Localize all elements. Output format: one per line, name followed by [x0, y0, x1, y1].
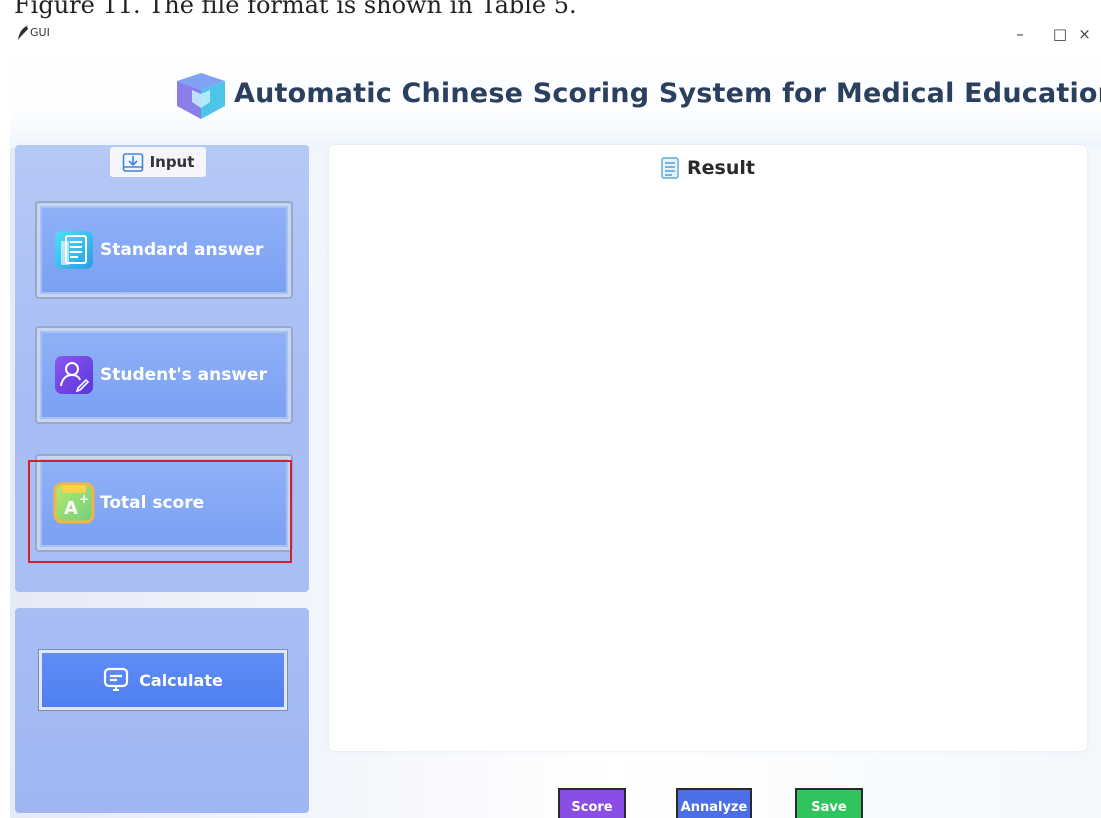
app-title: Automatic Chinese Scoring System for Med…	[234, 78, 1101, 109]
calculate-button[interactable]: Calculate	[39, 650, 287, 710]
minimize-icon: –	[1016, 25, 1024, 43]
result-header: Result	[329, 157, 1087, 179]
figure-caption: Figure 11. The file format is shown in T…	[14, 0, 577, 19]
document-list-icon	[55, 231, 93, 269]
close-button[interactable]: ×	[1068, 22, 1101, 46]
result-panel: Result	[329, 145, 1087, 751]
input-tab-label: Input	[149, 153, 195, 171]
result-doc-icon	[661, 157, 679, 179]
app-header: Automatic Chinese Scoring System for Med…	[10, 48, 1101, 149]
save-button[interactable]: Save	[795, 788, 863, 818]
close-icon: ×	[1078, 25, 1091, 43]
calculate-label: Calculate	[139, 670, 223, 690]
standard-answer-button[interactable]: Standard answer	[37, 203, 291, 297]
app-window: GUI – □ × Automatic Chinese Scoring Syst…	[10, 20, 1101, 818]
window-title: GUI	[30, 26, 50, 39]
standard-answer-label: Standard answer	[100, 240, 264, 260]
workspace: Input Standard answer Student's answer A…	[10, 145, 1101, 818]
result-title: Result	[687, 157, 755, 179]
minimize-button[interactable]: –	[1000, 22, 1040, 46]
calculate-panel: Calculate	[15, 608, 309, 813]
score-button[interactable]: Score	[558, 788, 626, 818]
title-bar: GUI – □ ×	[10, 20, 1101, 48]
highlight-box	[28, 460, 292, 563]
input-tab: Input	[110, 147, 206, 177]
cube-logo-icon	[177, 73, 225, 119]
download-tray-icon	[122, 153, 143, 172]
maximize-icon: □	[1052, 25, 1068, 43]
monitor-icon	[104, 667, 129, 691]
feather-icon	[18, 26, 28, 40]
student-edit-icon	[55, 356, 93, 394]
students-answer-button[interactable]: Student's answer	[37, 328, 291, 422]
students-answer-label: Student's answer	[100, 365, 267, 385]
input-panel: Input Standard answer Student's answer A…	[15, 145, 309, 592]
analyze-button[interactable]: Annalyze	[676, 788, 752, 818]
